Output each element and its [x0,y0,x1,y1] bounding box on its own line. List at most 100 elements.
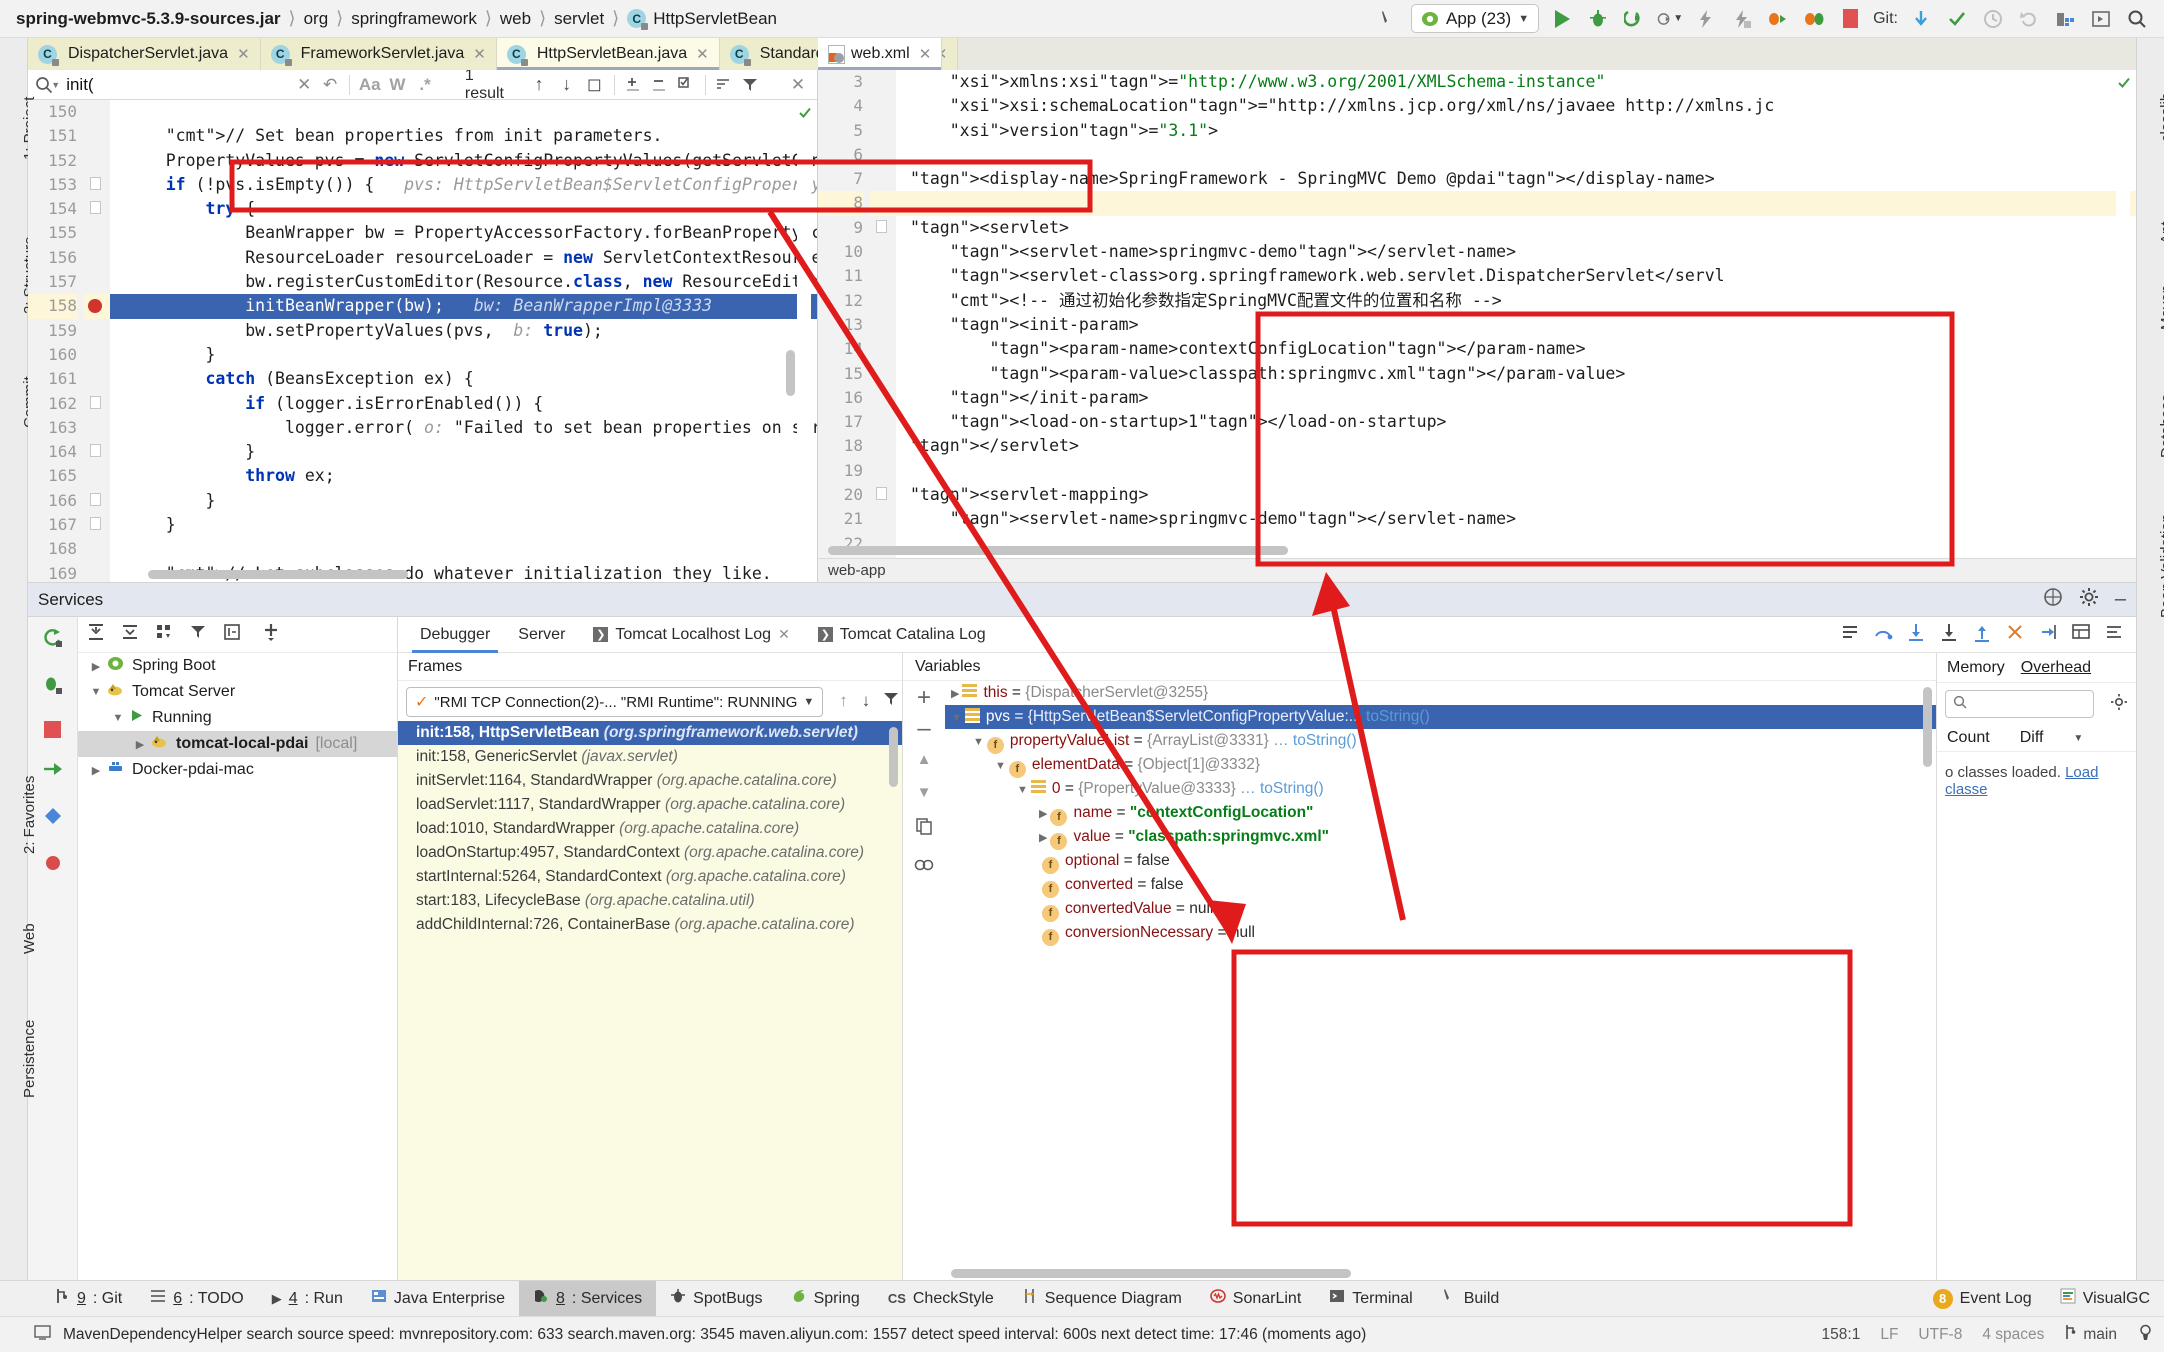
select-lines-icon[interactable] [673,72,699,98]
java-vertical-scrollbar[interactable] [786,350,795,396]
code-line[interactable]: "tagn"><servlet-name>springmvc-demo"tagn… [910,240,2136,264]
tab-frameworkservlet[interactable]: C FrameworkServlet.java ✕ [261,38,497,70]
code-line[interactable] [126,100,817,124]
step-into-icon[interactable] [1906,622,1926,647]
fold-marker[interactable] [870,459,896,483]
toolwindow-terminal[interactable]: Terminal [1315,1281,1426,1317]
fold-marker[interactable] [870,264,896,288]
breadcrumb-jar[interactable]: spring-webmvc-5.3.9-sources.jar [16,9,281,29]
regex-option[interactable]: .* [411,72,439,98]
fold-marker[interactable] [84,562,110,582]
fold-marker[interactable] [84,367,110,391]
frames-down-icon[interactable]: ↓ [856,691,877,711]
code-line[interactable]: if (logger.isErrorEnabled()) { [126,392,817,416]
memory-settings-icon[interactable] [2102,693,2136,716]
code-line[interactable]: initBeanWrapper(bw); bw: BeanWrapperImpl… [110,294,817,318]
profile-icon[interactable] [1693,6,1719,32]
settings-icon[interactable] [2088,6,2114,32]
evaluate-expression-icon[interactable] [1840,622,1860,647]
fold-marker[interactable] [84,392,110,416]
variable-row[interactable]: fconverted = false [945,873,1936,897]
fold-marker[interactable] [870,143,896,167]
gear-icon[interactable] [2079,587,2099,612]
fold-marker[interactable] [84,246,110,270]
add-line-icon[interactable] [621,72,647,98]
variable-row[interactable]: ▶fname = "contextConfigLocation" [945,801,1936,825]
fold-marker[interactable] [870,191,896,215]
run-configuration-selector[interactable]: App (23) ▼ [1411,4,1539,33]
toolwindow-todo[interactable]: 6: TODO [136,1281,257,1317]
variable-row[interactable]: foptional = false [945,849,1936,873]
sidebar-item-bean-validation[interactable]: Bean Validation [2158,514,2164,618]
chevron-right-icon[interactable]: ▶ [1039,808,1047,820]
drop-frame-icon[interactable] [2005,622,2025,647]
chevron-down-icon[interactable]: ▼ [1017,784,1028,796]
toolwindow-sequence-diagram[interactable]: Sequence Diagram [1008,1281,1196,1317]
chevron-down-icon[interactable]: ▼ [995,760,1006,772]
breakpoints-icon[interactable] [42,805,64,832]
services-tree-item[interactable]: ▶Docker-pdai-mac [78,757,397,783]
tab-webxml[interactable]: web.xml ✕ [818,38,942,70]
run-icon[interactable] [1549,6,1575,32]
caret-position[interactable]: 158:1 [1822,1326,1861,1344]
close-icon[interactable]: ✕ [919,45,932,63]
code-line[interactable]: } [126,489,817,513]
close-icon[interactable]: ✕ [237,45,250,63]
variable-tostring-link[interactable]: … toString() [1269,732,1357,749]
fold-marker[interactable] [870,483,896,507]
mute-breakpoints-icon[interactable] [42,852,64,879]
services-tree[interactable]: ▶Spring Boot▼Tomcat Server▼Running▶tomca… [78,653,397,783]
frame-row[interactable]: loadServlet:1117, StandardWrapper (org.a… [398,793,902,817]
xml-code-pane[interactable]: 345678910111213141516171819202122 "xsi">… [818,70,2136,558]
code-line[interactable]: if (!pvs.isEmpty()) { pvs: HttpServletBe… [126,173,817,197]
fold-marker[interactable] [870,507,896,531]
tab-overhead[interactable]: Overhead [2021,659,2091,677]
close-icon[interactable]: ✕ [696,45,709,63]
resume-program-icon[interactable] [42,758,64,785]
code-line[interactable]: "xsi">xsi:schemaLocation"tagn">="http://… [910,94,2136,118]
frames-list[interactable]: init:158, HttpServletBean (org.springfra… [398,721,902,1280]
fold-marker[interactable] [870,216,896,240]
code-line[interactable]: bw.registerCustomEditor(Resource.class, … [126,270,817,294]
rerun-icon[interactable] [42,627,64,654]
thread-selector[interactable]: ✓ "RMI TCP Connection(2)-... "RMI Runtim… [406,687,823,717]
run-to-cursor-icon[interactable] [2038,622,2058,647]
variables-tree[interactable]: ▶this = {DispatcherServlet@3255}▼pvs = {… [945,681,1936,1280]
sidebar-item-web[interactable]: Web [21,923,38,954]
code-line[interactable]: PropertyValues pvs = new ServletConfigPr… [126,149,817,173]
fold-marker[interactable] [870,313,896,337]
fold-marker[interactable] [84,100,110,124]
code-line[interactable]: "tagn"><servlet> [910,216,2136,240]
code-line[interactable]: "cmt">// Set bean properties from init p… [126,124,817,148]
toolwindow-checkstyle[interactable]: CSCheckStyle [874,1281,1008,1317]
java-code-pane[interactable]: 1501511521531541551561571581591601611621… [28,100,817,582]
memory-column-count[interactable]: Count [1947,729,1990,747]
chevron-right-icon[interactable]: ▶ [951,688,959,700]
show-configurations-icon[interactable] [222,622,242,647]
java-error-stripe[interactable] [797,100,811,582]
fold-marker[interactable] [870,386,896,410]
code-line[interactable]: "tagn"><init-param> [910,313,2136,337]
java-horizontal-scrollbar[interactable] [148,570,408,579]
frame-row[interactable]: init:158, HttpServletBean (org.springfra… [398,721,902,745]
fold-marker[interactable] [84,537,110,561]
code-line[interactable]: ResourceLoader resourceLoader = new Serv… [126,246,817,270]
chevron-down-icon[interactable]: ▼ [951,712,962,724]
step-out-icon[interactable] [1972,622,1992,647]
frames-scrollbar[interactable] [889,727,898,787]
tab-dispatcherservlet[interactable]: C DispatcherServlet.java ✕ [28,38,261,70]
attach-debugger-icon[interactable] [1765,6,1791,32]
stop-icon[interactable] [1837,6,1863,32]
fold-marker[interactable] [84,319,110,343]
fold-marker[interactable] [870,410,896,434]
toolwindow-build[interactable]: Build [1427,1281,1514,1317]
words-option[interactable]: W [384,72,412,98]
close-icon[interactable]: ✕ [473,45,486,63]
fold-marker[interactable] [84,149,110,173]
force-step-into-icon[interactable] [1939,622,1959,647]
toolwindow-visualgc[interactable]: VisualGC [2046,1281,2164,1317]
fold-marker[interactable] [84,173,110,197]
variable-row[interactable]: fconvertedValue = null [945,897,1936,921]
copy-value-icon[interactable] [915,817,933,840]
frame-row[interactable]: init:158, GenericServlet (javax.servlet) [398,745,902,769]
